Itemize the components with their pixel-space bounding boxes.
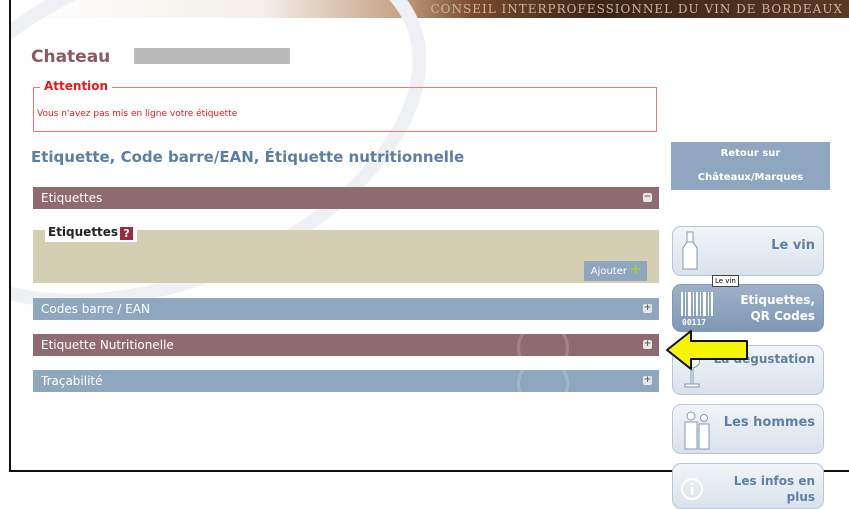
tab-label-line-1: Les infos en	[733, 474, 815, 488]
accordion-etiquette-nutritionelle[interactable]: Etiquette Nutritionelle +	[33, 334, 659, 356]
tab-label-line-2: QR Codes	[750, 309, 815, 323]
expand-icon[interactable]: +	[643, 340, 652, 349]
bottle-icon	[682, 231, 698, 270]
accordion-etiquettes[interactable]: Etiquettes −	[33, 187, 659, 209]
attention-message: Vous n'avez pas mis en ligne votre étiqu…	[37, 109, 238, 119]
retour-line-1: Retour sur	[720, 148, 781, 159]
add-button[interactable]: Ajouter +	[583, 260, 647, 281]
tab-label: Les hommes	[723, 415, 815, 430]
collapse-icon[interactable]: −	[643, 193, 652, 202]
tab-label: Etiquettes, QR Codes	[740, 292, 815, 324]
tab-etiquettes-qr-codes[interactable]: 00117 Etiquettes, QR Codes	[672, 284, 824, 332]
attention-legend: Attention	[40, 79, 113, 93]
page-title: Chateau	[31, 47, 111, 67]
accordion-codes-barre[interactable]: Codes barre / EAN +	[33, 298, 659, 320]
help-icon[interactable]: ?	[120, 227, 134, 240]
tooltip: Le vin	[712, 275, 739, 287]
tab-les-hommes[interactable]: Les hommes	[672, 404, 824, 454]
etiquettes-legend: Etiquettes?	[45, 223, 138, 242]
accordion-label: Codes barre / EAN	[41, 302, 150, 316]
tab-label-line-2: plus	[786, 490, 815, 504]
retour-line-2: Châteaux/Marques	[697, 172, 804, 183]
barcode-digits: 00117	[682, 318, 706, 327]
tab-les-infos-en-plus[interactable]: Les infos en plus	[672, 463, 824, 509]
retour-button[interactable]: Retour sur Châteaux/Marques	[671, 142, 830, 190]
attention-box: Attention Vous n'avez pas mis en ligne v…	[33, 79, 657, 132]
annotation-arrow-icon	[666, 330, 748, 370]
accordion-label: Traçabilité	[41, 374, 103, 388]
decorative-swirl	[517, 334, 569, 356]
accordion-tracabilite[interactable]: Traçabilité +	[33, 370, 659, 392]
etiquettes-legend-label: Etiquettes	[48, 225, 119, 239]
etiquettes-panel: Etiquettes? Ajouter +	[33, 223, 659, 283]
decorative-swirl	[517, 370, 569, 392]
tab-label: Le vin	[771, 238, 815, 253]
accordion-label: Etiquettes	[41, 191, 103, 205]
tab-label-line-1: Etiquettes,	[740, 293, 815, 307]
plus-icon: +	[629, 260, 642, 278]
expand-icon[interactable]: +	[643, 376, 652, 385]
barcode-icon: 00117	[681, 292, 713, 327]
tab-le-vin[interactable]: Le vin	[672, 226, 824, 276]
section-heading: Etiquette, Code barre/EAN, Étiquette nut…	[31, 148, 465, 166]
accordion-label: Etiquette Nutritionelle	[41, 338, 174, 352]
banner-text: CONSEIL INTERPROFESSIONNEL DU VIN DE BOR…	[430, 2, 843, 16]
redacted-chateau-name	[134, 48, 290, 64]
info-icon	[681, 478, 703, 500]
add-button-label: Ajouter	[590, 266, 627, 277]
tab-label: Les infos en plus	[734, 473, 815, 505]
expand-icon[interactable]: +	[643, 304, 652, 313]
people-icon	[684, 411, 710, 450]
